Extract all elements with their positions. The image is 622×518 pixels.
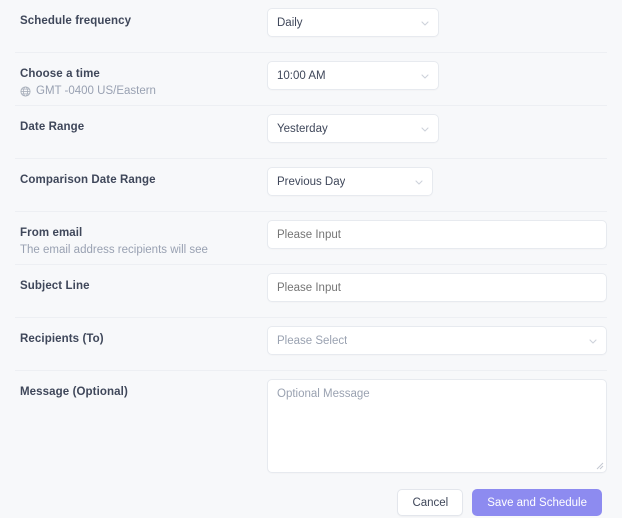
cancel-button[interactable]: Cancel xyxy=(397,489,464,516)
row-label-subject-line: Subject Line xyxy=(20,265,267,294)
row-control-date-range: Yesterday xyxy=(267,106,602,151)
label-date-range: Date Range xyxy=(20,121,85,133)
recipients-placeholder: Please Select xyxy=(277,334,348,347)
save-and-schedule-button[interactable]: Save and Schedule xyxy=(472,489,602,516)
label-subject-line: Subject Line xyxy=(20,280,90,292)
timezone-text: GMT -0400 US/Eastern xyxy=(36,85,156,97)
message-placeholder: Optional Message xyxy=(277,388,370,400)
row-control-comparison-date-range: Previous Day xyxy=(267,159,602,204)
choose-a-time-select[interactable]: 10:00 AM xyxy=(267,61,439,90)
label-comparison-date-range: Comparison Date Range xyxy=(20,174,156,186)
subject-line-input[interactable] xyxy=(267,273,607,302)
row-control-schedule-frequency: Daily xyxy=(267,0,602,45)
comparison-date-range-select[interactable]: Previous Day xyxy=(267,167,433,196)
from-email-hint: The email address recipients will see xyxy=(20,244,208,256)
row-label-recipients: Recipients (To) xyxy=(20,318,267,347)
date-range-select[interactable]: Yesterday xyxy=(267,114,439,143)
label-recipients: Recipients (To) xyxy=(20,333,104,345)
schedule-frequency-value: Daily xyxy=(277,16,303,29)
row-label-message: Message (Optional) xyxy=(20,371,267,400)
row-label-date-range: Date Range xyxy=(20,106,267,135)
row-control-recipients: Please Select xyxy=(267,318,607,363)
row-control-from-email xyxy=(267,212,607,257)
form-row-schedule-frequency: Schedule frequency Daily xyxy=(15,0,607,53)
resize-handle-icon[interactable] xyxy=(595,461,604,470)
message-textarea-wrapper[interactable]: Optional Message xyxy=(267,379,607,473)
from-email-input[interactable] xyxy=(267,220,607,249)
schedule-frequency-select[interactable]: Daily xyxy=(267,8,439,37)
chevron-down-icon xyxy=(420,71,430,81)
row-control-subject-line xyxy=(267,265,607,310)
row-label-schedule-frequency: Schedule frequency xyxy=(20,0,267,29)
form-row-choose-a-time: Choose a time GMT -0400 US/Eastern 10:00… xyxy=(15,53,607,106)
row-label-from-email: From email The email address recipients … xyxy=(20,212,267,258)
chevron-down-icon xyxy=(420,18,430,28)
row-label-choose-a-time: Choose a time GMT -0400 US/Eastern xyxy=(20,53,267,99)
row-control-choose-a-time: 10:00 AM xyxy=(267,53,602,98)
form-row-comparison-date-range: Comparison Date Range Previous Day xyxy=(15,159,607,212)
comparison-date-range-value: Previous Day xyxy=(277,175,346,188)
globe-icon xyxy=(20,86,31,97)
row-label-comparison-date-range: Comparison Date Range xyxy=(20,159,267,188)
row-control-message: Optional Message xyxy=(267,371,607,481)
schedule-report-form: Schedule frequency Daily Choose a time G… xyxy=(0,0,622,518)
form-row-message: Message (Optional) Optional Message xyxy=(15,371,607,481)
choose-a-time-value: 10:00 AM xyxy=(277,69,326,82)
label-from-email: From email xyxy=(20,227,83,239)
form-row-date-range: Date Range Yesterday xyxy=(15,106,607,159)
form-footer: Cancel Save and Schedule xyxy=(15,481,607,516)
chevron-down-icon xyxy=(414,177,424,187)
chevron-down-icon xyxy=(588,336,598,346)
form-row-from-email: From email The email address recipients … xyxy=(15,212,607,265)
form-row-recipients: Recipients (To) Please Select xyxy=(15,318,607,371)
timezone-hint: GMT -0400 US/Eastern xyxy=(20,84,267,99)
label-message: Message (Optional) xyxy=(20,386,128,398)
form-row-subject-line: Subject Line xyxy=(15,265,607,318)
date-range-value: Yesterday xyxy=(277,122,328,135)
label-schedule-frequency: Schedule frequency xyxy=(20,15,132,27)
recipients-select[interactable]: Please Select xyxy=(267,326,607,355)
chevron-down-icon xyxy=(420,124,430,134)
label-choose-a-time: Choose a time xyxy=(20,68,100,80)
